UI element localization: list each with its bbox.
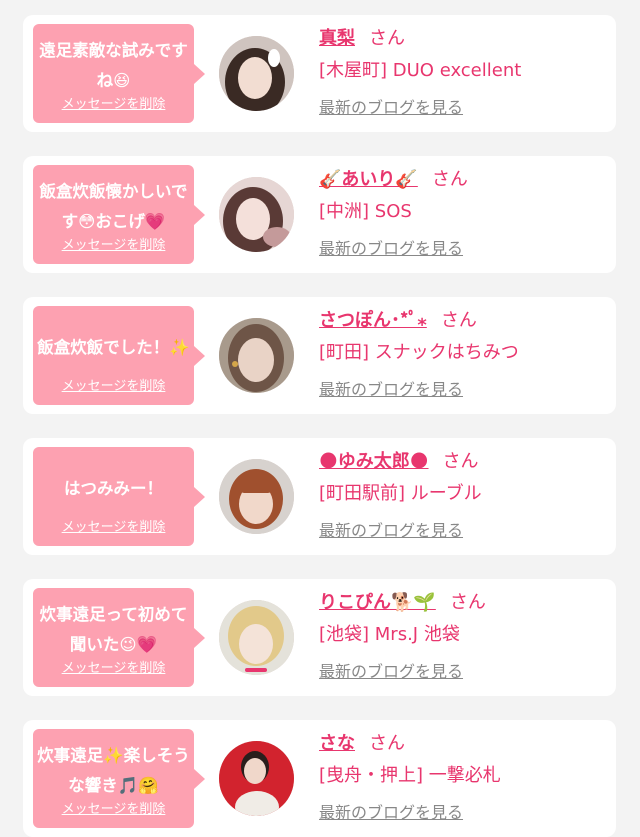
message-card: はつみみー！ メッセージを削除 🌑ゆみ太郎🌑 さん [町田駅前] ルーブル 最新の… (23, 438, 616, 555)
message-card: 遠足素敵な試みですね😆 メッセージを削除 真梨 さん [木屋町] DUO exce… (23, 15, 616, 132)
message-bubble: はつみみー！ メッセージを削除 (33, 447, 205, 546)
message-bubble: 炊事遠足って初めて聞いた😉💗 メッセージを削除 (33, 588, 205, 687)
honorific: さん (442, 451, 479, 472)
shop-label: [中洲] SOS (319, 201, 412, 222)
avatar-accent (268, 49, 280, 67)
name-row: 真梨 さん (319, 25, 405, 53)
cast-name-link[interactable]: さつぽん･*ﾟ⁎ (319, 310, 427, 331)
shop-label: [池袋] Mrs.J 池袋 (319, 624, 460, 645)
avatar-face (244, 758, 266, 784)
shop-label: [曳舟・押上] 一撃必札 (319, 765, 501, 786)
message-text: はつみみー！ (64, 479, 163, 498)
honorific: さん (440, 310, 477, 331)
avatar-accent (232, 361, 238, 367)
latest-blog-link[interactable]: 最新のブログを見る (319, 379, 463, 401)
message-text: 飯盒炊飯懐かしいです😳おこげ💗 (39, 182, 188, 231)
cast-name-link[interactable]: 🎸あいり🎸 (319, 169, 418, 190)
avatar-accent (245, 668, 267, 672)
latest-blog-link[interactable]: 最新のブログを見る (319, 661, 463, 683)
message-text: 炊事遠足って初めて聞いた😉💗 (39, 605, 188, 654)
name-row: 🎸あいり🎸 さん (319, 166, 468, 194)
message-bubble: 飯盒炊飯懐かしいです😳おこげ💗 メッセージを削除 (33, 165, 205, 264)
cast-name-link[interactable]: さな (319, 733, 355, 754)
cast-name-link[interactable]: 真梨 (319, 28, 355, 49)
message-card: 炊事遠足って初めて聞いた😉💗 メッセージを削除 りこぴん🐕🌱 さん [池袋] Mr… (23, 579, 616, 696)
delete-message-link[interactable]: メッセージを削除 (33, 657, 194, 676)
delete-message-link[interactable]: メッセージを削除 (33, 234, 194, 253)
shop-label: [木屋町] DUO excellent (319, 60, 522, 81)
shop-label: [町田] スナックはちみつ (319, 342, 519, 363)
latest-blog-link[interactable]: 最新のブログを見る (319, 520, 463, 542)
message-text: 遠足素敵な試みですね😆 (39, 41, 188, 90)
honorific: さん (369, 28, 405, 49)
avatar[interactable] (219, 600, 294, 675)
name-row: さな さん (319, 730, 405, 758)
latest-blog-link[interactable]: 最新のブログを見る (319, 238, 463, 260)
message-card: 飯盒炊飯懐かしいです😳おこげ💗 メッセージを削除 🎸あいり🎸 さん [中洲] SO… (23, 156, 616, 273)
message-bubble: 飯盒炊飯でした！✨ メッセージを削除 (33, 306, 205, 405)
message-bubble: 遠足素敵な試みですね😆 メッセージを削除 (33, 24, 205, 123)
message-text: 飯盒炊飯でした！✨ (37, 338, 190, 357)
avatar-face (239, 624, 273, 664)
delete-message-link[interactable]: メッセージを削除 (33, 375, 194, 394)
delete-message-link[interactable]: メッセージを削除 (33, 93, 194, 112)
name-row: 🌑ゆみ太郎🌑 さん (319, 448, 479, 476)
avatar-face (238, 57, 272, 99)
name-row: さつぽん･*ﾟ⁎ さん (319, 307, 477, 335)
delete-message-link[interactable]: メッセージを削除 (33, 516, 194, 535)
avatar[interactable] (219, 36, 294, 111)
avatar[interactable] (219, 318, 294, 393)
avatar-accent (263, 227, 291, 247)
avatar-bangs (239, 483, 273, 493)
cast-name-link[interactable]: りこぴん🐕🌱 (319, 592, 436, 613)
name-row: りこぴん🐕🌱 さん (319, 589, 486, 617)
avatar[interactable] (219, 459, 294, 534)
honorific: さん (431, 169, 468, 190)
message-card: 炊事遠足✨楽しそうな響き🎵🤗 メッセージを削除 さな さん [曳舟・押上] 一撃必… (23, 720, 616, 837)
cast-name-link[interactable]: 🌑ゆみ太郎🌑 (319, 451, 429, 472)
shop-label: [町田駅前] ルーブル (319, 483, 482, 504)
delete-message-link[interactable]: メッセージを削除 (33, 798, 194, 817)
honorific: さん (449, 592, 486, 613)
latest-blog-link[interactable]: 最新のブログを見る (319, 802, 463, 824)
latest-blog-link[interactable]: 最新のブログを見る (319, 97, 463, 119)
message-text: 炊事遠足✨楽しそうな響き🎵🤗 (37, 746, 190, 795)
avatar[interactable] (219, 177, 294, 252)
honorific: さん (369, 733, 405, 754)
avatar-face (238, 338, 274, 382)
avatar[interactable] (219, 741, 294, 816)
message-bubble: 炊事遠足✨楽しそうな響き🎵🤗 メッセージを削除 (33, 729, 205, 828)
message-card: 飯盒炊飯でした！✨ メッセージを削除 さつぽん･*ﾟ⁎ さん [町田] スナックは… (23, 297, 616, 414)
